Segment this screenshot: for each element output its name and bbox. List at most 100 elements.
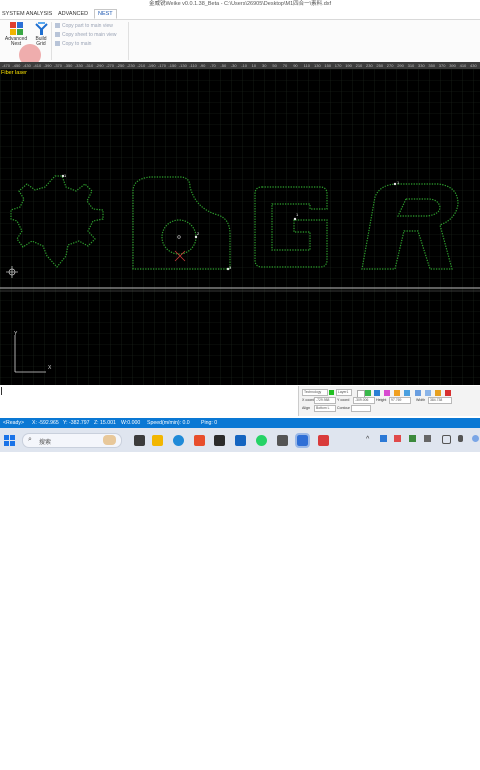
whatsapp-icon[interactable] xyxy=(256,435,267,446)
contour-label: Contour xyxy=(337,406,350,410)
tool-red-icon[interactable] xyxy=(445,390,451,396)
ruler-tick: -70 xyxy=(210,63,216,68)
copy-part-button[interactable]: Copy part to main view xyxy=(55,22,113,30)
ruler-tick: 350 xyxy=(428,63,436,68)
tab-system-analysis[interactable]: SYSTEM ANALYSIS xyxy=(2,10,52,18)
tray-app-icon[interactable] xyxy=(394,435,401,442)
advanced-nest-icon xyxy=(9,22,23,35)
ruler-tick: -190 xyxy=(147,63,156,68)
app-blue-icon[interactable] xyxy=(235,435,246,446)
build-grid-icon xyxy=(34,22,48,35)
ruler-tick: 210 xyxy=(355,63,363,68)
ribbon-separator xyxy=(128,22,129,60)
part-number-label: 1 xyxy=(397,180,400,185)
layer-label: Fiber laser xyxy=(1,70,27,76)
ruler-tick: 30 xyxy=(262,63,267,68)
drawing-canvas[interactable]: 1 3 2 1 1 Y X xyxy=(0,69,480,385)
part-number-label: 1 xyxy=(296,212,299,217)
weike-app-icon[interactable] xyxy=(295,433,310,448)
ruler-tick: -310 xyxy=(85,63,94,68)
copy-sheet-button[interactable]: Copy sheet to main view xyxy=(55,31,116,39)
axis-y-label: Y xyxy=(14,331,18,337)
ruler-tick: -390 xyxy=(43,63,52,68)
taskbar-search[interactable]: ⌕ 搜索 xyxy=(22,433,122,448)
tray-app-icon[interactable] xyxy=(409,435,416,442)
start-point-marker xyxy=(194,235,198,239)
x-coord-input[interactable]: -729.988 xyxy=(314,397,336,404)
microphone-icon[interactable] xyxy=(458,435,463,442)
status-x: X: -592.965 xyxy=(32,420,59,426)
tray-app-icon[interactable] xyxy=(380,435,387,442)
tab-nest[interactable]: NEST xyxy=(94,9,117,19)
height-input[interactable]: 97.769 xyxy=(389,397,411,404)
x-coord-label: X coord xyxy=(302,398,315,402)
wps-icon[interactable] xyxy=(194,435,205,446)
ruler-tick: -430 xyxy=(22,63,31,68)
tool-yellow-icon[interactable] xyxy=(435,390,441,396)
properties-panel: Technology Layer1 X coord -729.988 Y coo… xyxy=(299,386,480,416)
ruler-tick: -170 xyxy=(158,63,167,68)
ruler-tick: -150 xyxy=(168,63,177,68)
technology-button[interactable]: Technology xyxy=(302,389,328,396)
ruler-tick: 250 xyxy=(376,63,384,68)
width-input[interactable]: 384.738 xyxy=(428,397,452,404)
ribbon-tabs: SYSTEM ANALYSIS ADVANCED NEST xyxy=(0,9,480,20)
ruler-tick: 170 xyxy=(334,63,342,68)
task-view-icon[interactable] xyxy=(134,435,145,446)
ruler-tick: -30 xyxy=(230,63,237,68)
tool-blue-icon[interactable] xyxy=(374,390,380,396)
ribbon-separator xyxy=(51,22,52,60)
ruler-tick: 310 xyxy=(407,63,415,68)
ruler-tick: 70 xyxy=(282,63,288,68)
ruler-tick: 190 xyxy=(345,63,352,68)
windows-start-icon[interactable] xyxy=(4,435,15,446)
tool-magenta-icon[interactable] xyxy=(384,390,390,396)
window-title: 金威锐Weike v0.0.1.38_Beta - C:\Users\26905… xyxy=(0,0,480,9)
ruler-tick: -250 xyxy=(116,63,125,68)
status-ping: Ping: 0 xyxy=(201,420,218,426)
search-label: 搜索 xyxy=(39,440,52,446)
ruler-tick: 90 xyxy=(293,63,298,68)
y-coord-label: Y coord xyxy=(337,398,350,402)
status-z: Z: 15.001 xyxy=(94,420,116,426)
ruler-tick: 330 xyxy=(418,63,425,68)
speaker-icon[interactable] xyxy=(472,435,479,442)
ruler-tick: 10 xyxy=(251,63,257,68)
tool-green-icon[interactable] xyxy=(365,390,371,396)
search-icon: ⌕ xyxy=(28,436,32,443)
copy-to-main-button[interactable]: Copy to main xyxy=(55,40,91,48)
tray-app-icon[interactable] xyxy=(424,435,431,442)
file-explorer-icon[interactable] xyxy=(152,435,163,446)
align-select[interactable]: Bottom L xyxy=(314,405,336,412)
ruler-tick: -410 xyxy=(33,63,42,68)
app-red-icon[interactable] xyxy=(318,435,329,446)
layer-color-swatch[interactable] xyxy=(329,390,334,395)
ruler-tick: -350 xyxy=(64,63,73,68)
tool-light-icon[interactable] xyxy=(425,390,431,396)
wifi-icon[interactable] xyxy=(442,435,451,444)
app-icon[interactable] xyxy=(214,435,225,446)
tool-cyan-icon[interactable] xyxy=(404,390,410,396)
camera-icon[interactable] xyxy=(277,435,288,446)
text-caret xyxy=(1,387,2,395)
ruler-tick: -290 xyxy=(95,63,104,68)
ruler-tick: 430 xyxy=(470,63,477,68)
layer-select[interactable]: Layer1 xyxy=(336,389,352,396)
ruler-tick: -110 xyxy=(189,63,197,68)
height-label: Height xyxy=(376,398,387,402)
status-y: Y: -382.797 xyxy=(63,420,90,426)
ruler-tick: -90 xyxy=(199,63,206,68)
contour-select[interactable] xyxy=(351,405,371,412)
y-coord-input[interactable]: -309.006 xyxy=(353,397,375,404)
edge-browser-icon[interactable] xyxy=(173,435,184,446)
part-number-label: 1 xyxy=(64,173,67,178)
tab-advanced[interactable]: ADVANCED xyxy=(58,10,88,18)
tool-blue2-icon[interactable] xyxy=(415,390,421,396)
ruler-tick: 270 xyxy=(386,63,394,68)
tool-orange-icon[interactable] xyxy=(394,390,400,396)
command-line-panel[interactable] xyxy=(0,386,299,416)
tray-chevron-icon[interactable]: ^ xyxy=(366,436,369,443)
ruler-tick: -50 xyxy=(220,63,227,68)
ruler-tick: -10 xyxy=(241,63,247,68)
ruler-tick: -450 xyxy=(12,63,21,68)
